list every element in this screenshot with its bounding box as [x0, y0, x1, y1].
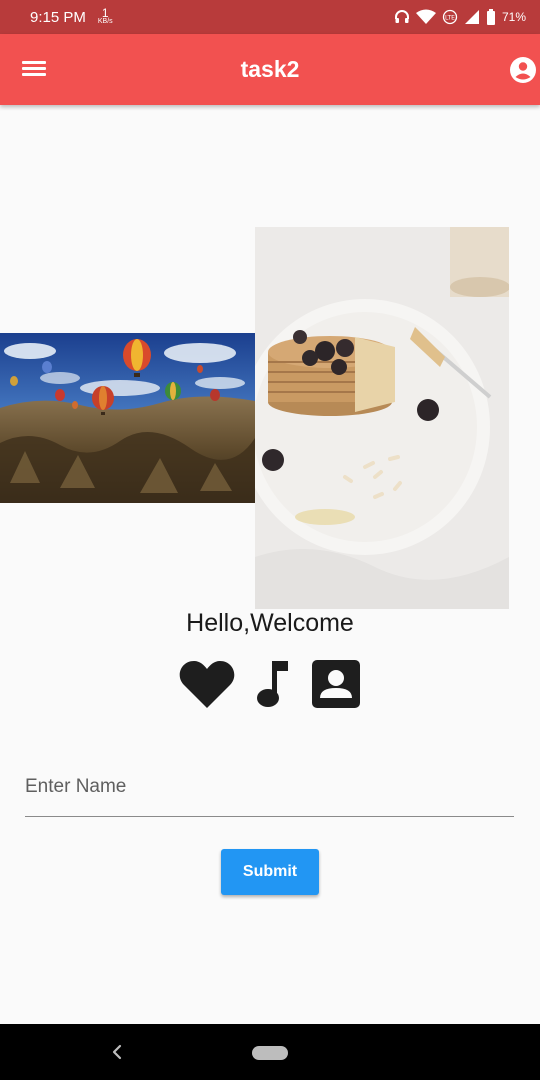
status-icons: LTE 71% — [394, 9, 526, 25]
svg-text:LTE: LTE — [445, 15, 455, 22]
status-bar: 9:15 PM 1 KB/s LTE 71% — [0, 0, 540, 34]
hamburger-menu-icon — [22, 61, 46, 64]
heart-icon — [179, 661, 235, 708]
name-input[interactable] — [25, 752, 514, 817]
app-bar: task2 — [0, 34, 540, 105]
menu-button[interactable] — [22, 58, 48, 82]
network-speed-unit: KB/s — [97, 18, 113, 26]
balloons-image — [0, 333, 255, 503]
back-chevron-icon[interactable] — [108, 1042, 126, 1062]
status-time: 9:15 PM — [30, 8, 86, 26]
system-nav-bar — [0, 1024, 540, 1080]
volte-icon: LTE — [442, 9, 458, 25]
contact-card-icon — [312, 660, 360, 708]
account-circle-icon[interactable] — [509, 56, 537, 84]
pancakes-image — [255, 227, 509, 609]
battery-icon — [486, 9, 495, 25]
music-note-icon — [257, 661, 288, 707]
welcome-text: Hello,Welcome — [186, 609, 354, 637]
icons-row — [0, 659, 540, 709]
battery-level: 71% — [501, 10, 526, 24]
cell-signal-icon — [464, 10, 479, 24]
network-speed: 1 KB/s — [97, 8, 113, 26]
home-pill-icon[interactable] — [252, 1046, 288, 1060]
wifi-icon — [415, 9, 436, 24]
submit-button[interactable]: Submit — [221, 849, 319, 895]
headphones-icon — [394, 10, 409, 23]
page-title: task2 — [240, 56, 300, 82]
